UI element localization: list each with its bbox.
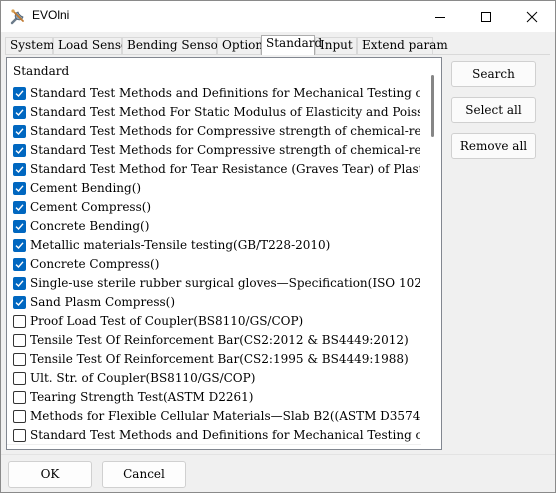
checkmark-icon (15, 185, 24, 193)
checkbox-checked[interactable] (13, 201, 26, 214)
list-item[interactable]: Standard Test Methods and Definitions fo… (7, 83, 421, 103)
tab-option[interactable]: Option (217, 37, 263, 54)
list-item[interactable]: Methods for Flexible Cellular Materials—… (7, 406, 421, 426)
list-item-label: Standard Test Methods and Definitions fo… (30, 428, 420, 442)
list-item[interactable]: Ult. Str. of Coupler(BS8110/GS/COP) (7, 368, 421, 388)
tab-bending-sensors[interactable]: Bending Sensors (122, 37, 230, 54)
settings-window: EVOlni System Load Sensor Bending Sensor… (0, 0, 556, 493)
list-item-label: Tearing Strength Test(ASTM D2261) (30, 390, 254, 404)
checkbox-checked[interactable] (13, 144, 26, 157)
checkmark-icon (15, 261, 24, 269)
checkmark-icon (15, 204, 24, 212)
checkmark-icon (15, 90, 24, 98)
checkbox-unchecked[interactable] (13, 391, 26, 404)
list-item[interactable]: Standard Test Methods and Definitions fo… (7, 425, 421, 445)
checkmark-icon (15, 223, 24, 231)
list-item-label: Standard Test Methods for Compressive st… (30, 124, 420, 138)
tab-extend-param[interactable]: Extend param (357, 37, 448, 54)
checkmark-icon (15, 147, 24, 155)
list-item-label: Sand Plasm Compress() (30, 295, 176, 309)
checkbox-unchecked[interactable] (13, 410, 26, 423)
list-item[interactable]: Metallic materials-Tensile testing(GB/T2… (7, 235, 421, 255)
tab-system[interactable]: System (5, 37, 54, 54)
checkmark-icon (15, 299, 24, 307)
close-button[interactable] (509, 1, 555, 32)
standard-list[interactable]: Standard Standard Test Methods and Defin… (6, 57, 442, 450)
maximize-icon (481, 11, 491, 22)
list-item-label: Standard Test Methods and Definitions fo… (30, 86, 420, 100)
vertical-scrollbar[interactable] (425, 58, 441, 449)
list-item-label: Ult. Str. of Coupler(BS8110/GS/COP) (30, 371, 256, 385)
checkbox-checked[interactable] (13, 239, 26, 252)
list-item[interactable]: Standard Test Methods for Compressive st… (7, 121, 421, 141)
list-item-label: Tensile Test Of Reinforcement Bar(CS2:19… (30, 352, 409, 366)
list-item-label: Concrete Bending() (30, 219, 150, 233)
list-item-label: Standard Test Method For Static Modulus … (30, 105, 420, 119)
list-item[interactable]: Standard Test Methods for Compressive st… (7, 140, 421, 160)
list-item-label: Metallic materials-Tensile testing(GB/T2… (30, 238, 331, 252)
checkmark-icon (15, 109, 24, 117)
checkbox-checked[interactable] (13, 163, 26, 176)
checkbox-checked[interactable] (13, 87, 26, 100)
checkbox-checked[interactable] (13, 258, 26, 271)
list-item[interactable]: Tensile Test Of Reinforcement Bar(CS2:19… (7, 349, 421, 369)
list-item-label: Tensile Test Of Reinforcement Bar(CS2:20… (30, 333, 409, 347)
tab-standard[interactable]: Standard (261, 35, 322, 55)
minimize-button[interactable] (417, 1, 463, 32)
checkmark-icon (15, 166, 24, 174)
list-item-label: Methods for Flexible Cellular Materials—… (30, 409, 420, 423)
list-item[interactable]: Standard Test Method For Static Modulus … (7, 102, 421, 122)
title-bar: EVOlni (1, 1, 555, 32)
list-item-label: Single-use sterile rubber surgical glove… (30, 276, 420, 290)
list-item[interactable]: Standard Test Method for Tear Resistance… (7, 159, 421, 179)
minimize-icon (435, 16, 445, 18)
cancel-button[interactable]: Cancel (102, 461, 186, 488)
checkbox-checked[interactable] (13, 296, 26, 309)
checkbox-checked[interactable] (13, 277, 26, 290)
search-button[interactable]: Search (451, 61, 536, 87)
list-item[interactable]: Sand Plasm Compress() (7, 292, 421, 312)
checkmark-icon (15, 280, 24, 288)
standard-panel: Standard Standard Test Methods and Defin… (5, 55, 445, 452)
close-icon (526, 11, 538, 22)
list-item[interactable]: Cement Bending() (7, 178, 421, 198)
checkbox-checked[interactable] (13, 182, 26, 195)
row-divider (7, 444, 421, 445)
checkbox-unchecked[interactable] (13, 315, 26, 328)
list-item[interactable]: Tensile Test Of Reinforcement Bar(CS2:20… (7, 330, 421, 350)
list-item-label: Proof Load Test of Coupler(BS8110/GS/COP… (30, 314, 304, 328)
checkmark-icon (15, 128, 24, 136)
tab-load-sensor[interactable]: Load Sensor (53, 37, 134, 54)
list-item[interactable]: Concrete Compress() (7, 254, 421, 274)
checkbox-unchecked[interactable] (13, 334, 26, 347)
checkmark-icon (15, 242, 24, 250)
list-item-label: Standard Test Methods for Compressive st… (30, 143, 420, 157)
list-item-label: Concrete Compress() (30, 257, 160, 271)
checkbox-unchecked[interactable] (13, 353, 26, 366)
scrollbar-thumb[interactable] (431, 75, 434, 137)
remove-all-button[interactable]: Remove all (451, 133, 536, 159)
list-item[interactable]: Concrete Bending() (7, 216, 421, 236)
checkbox-checked[interactable] (13, 106, 26, 119)
checkbox-checked[interactable] (13, 220, 26, 233)
list-item[interactable]: Proof Load Test of Coupler(BS8110/GS/COP… (7, 311, 421, 331)
tools-icon (9, 8, 27, 26)
list-item-label: Standard Test Method for Tear Resistance… (30, 162, 420, 176)
list-item[interactable]: Single-use sterile rubber surgical glove… (7, 273, 421, 293)
list-item[interactable]: Cement Compress() (7, 197, 421, 217)
ok-button[interactable]: OK (8, 461, 92, 488)
list-item-label: Cement Compress() (30, 200, 152, 214)
list-header: Standard (13, 64, 70, 78)
select-all-button[interactable]: Select all (451, 97, 536, 123)
checkbox-unchecked[interactable] (13, 429, 26, 442)
list-item[interactable]: Tearing Strength Test(ASTM D2261) (7, 387, 421, 407)
checkbox-unchecked[interactable] (13, 372, 26, 385)
list-item-label: Cement Bending() (30, 181, 142, 195)
window-title: EVOlni (32, 8, 70, 22)
maximize-button[interactable] (463, 1, 509, 32)
checkbox-checked[interactable] (13, 125, 26, 138)
